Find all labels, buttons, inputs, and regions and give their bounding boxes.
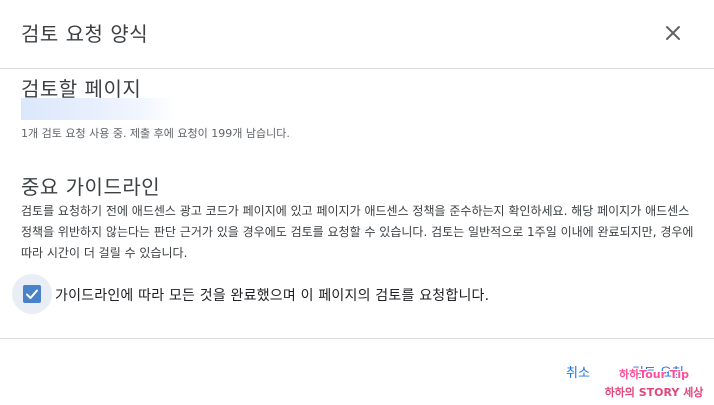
submit-review-button[interactable]: 검토 요청 (624, 358, 692, 385)
watermark-line2: 하하의 STORY 세상 (604, 386, 704, 399)
page-url-field (21, 98, 175, 120)
dialog-title: 검토 요청 양식 (21, 22, 149, 46)
confirm-checkbox-label[interactable]: 가이드라인에 따라 모든 것을 완료했으며 이 페이지의 검토를 요청합니다. (55, 285, 489, 305)
guidelines-title: 중요 가이드라인 (21, 175, 161, 199)
usage-text: 1개 검토 요청 사용 중. 제출 후에 요청이 199개 남습니다. (21, 127, 290, 140)
guidelines-body: 검토를 요청하기 전에 애드센스 광고 코드가 페이지에 있고 페이지가 애드센… (21, 204, 694, 260)
dialog-header: 검토 요청 양식 (0, 0, 714, 69)
check-icon (26, 289, 38, 299)
close-button[interactable] (656, 16, 690, 50)
close-icon (666, 26, 680, 40)
footer-divider (0, 338, 714, 339)
checkbox-box (23, 285, 41, 303)
confirm-checkbox[interactable] (12, 274, 52, 314)
cancel-button[interactable]: 취소 (556, 358, 600, 385)
